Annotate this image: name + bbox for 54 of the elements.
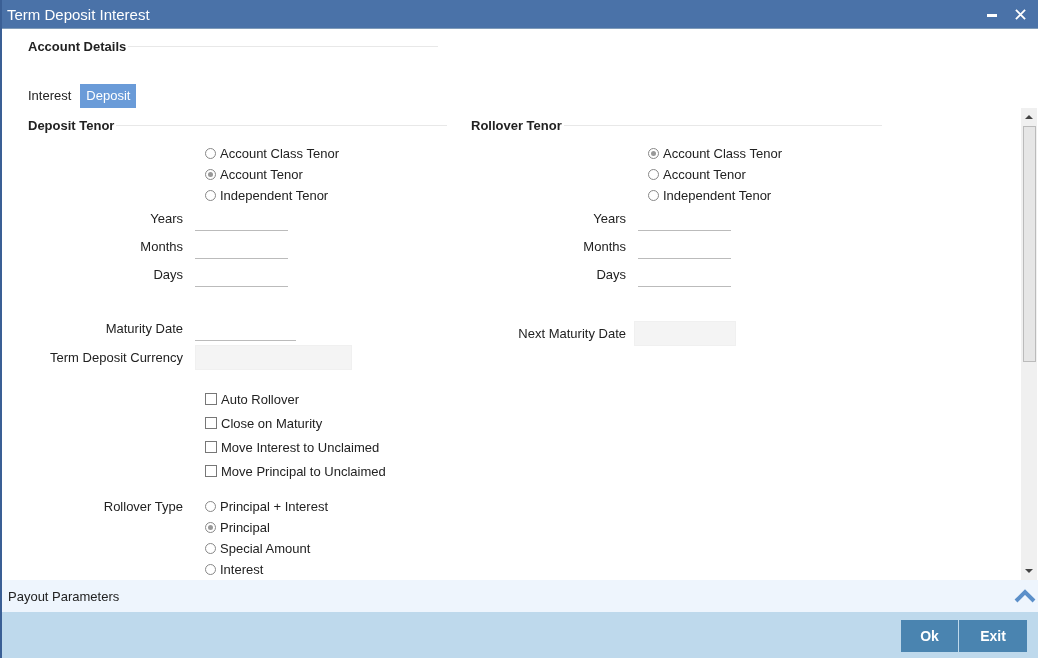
- action-button[interactable]: Ok: [901, 620, 958, 652]
- option-label: Account Class Tenor: [663, 146, 782, 161]
- checkbox-label: Move Principal to Unclaimed: [221, 463, 386, 479]
- option-label: Independent Tenor: [663, 188, 772, 203]
- tab[interactable]: Deposit: [80, 84, 137, 108]
- field-label: Months: [582, 238, 626, 256]
- radio-button[interactable]: [205, 522, 216, 533]
- radio-button[interactable]: [205, 190, 216, 201]
- radio-button[interactable]: [205, 564, 216, 575]
- field-label: Days: [595, 266, 626, 284]
- section-heading: Rollover Tenor: [471, 118, 562, 133]
- checkbox-label: Move Interest to Unclaimed: [221, 439, 380, 455]
- checkbox[interactable]: [205, 393, 217, 405]
- section-heading: Deposit Tenor: [28, 118, 115, 133]
- field-label: Maturity Date: [104, 320, 183, 338]
- option-label: Principal + Interest: [220, 499, 329, 514]
- checkbox[interactable]: [205, 465, 217, 477]
- field-label: Days: [152, 266, 183, 284]
- field-label: Rollover Type: [102, 498, 183, 516]
- radio-button[interactable]: [205, 543, 216, 554]
- radio-button[interactable]: [648, 169, 659, 180]
- checkbox[interactable]: [205, 417, 217, 429]
- radio-button[interactable]: [205, 169, 216, 180]
- field-label: Years: [149, 210, 183, 228]
- radio-button[interactable]: [205, 501, 216, 512]
- field-label: Term Deposit Currency: [49, 349, 183, 367]
- option-label: Account Tenor: [663, 167, 746, 182]
- field-label: Months: [139, 238, 183, 256]
- checkbox[interactable]: [205, 441, 217, 453]
- tab[interactable]: Interest: [22, 84, 78, 108]
- scroll-up-icon[interactable]: [1025, 115, 1033, 119]
- radio-button[interactable]: [648, 190, 659, 201]
- scrollbar[interactable]: [1021, 108, 1037, 580]
- option-label: Special Amount: [220, 541, 311, 556]
- radio-button[interactable]: [205, 148, 216, 159]
- action-button[interactable]: Exit: [959, 620, 1027, 652]
- radio-button[interactable]: [648, 148, 659, 159]
- window-title: Term Deposit Interest: [7, 5, 150, 23]
- option-label: Interest: [220, 562, 264, 577]
- field-label: Years: [592, 210, 626, 228]
- option-label: Account Tenor: [220, 167, 303, 182]
- scrollbar-thumb[interactable]: [1022, 126, 1036, 362]
- scroll-down-icon[interactable]: [1025, 569, 1033, 573]
- close-icon[interactable]: [1015, 8, 1026, 20]
- section-heading: Account Details: [28, 39, 127, 54]
- section-title: Payout Parameters: [8, 588, 120, 604]
- field-label: Next Maturity Date: [517, 325, 626, 343]
- checkbox-label: Auto Rollover: [221, 391, 300, 407]
- option-label: Account Class Tenor: [220, 146, 339, 161]
- section-bar[interactable]: Payout Parameters: [2, 580, 1038, 612]
- option-label: Principal: [220, 520, 270, 535]
- checkbox-label: Close on Maturity: [221, 415, 323, 431]
- chevron-up-icon[interactable]: [1014, 589, 1036, 603]
- option-label: Independent Tenor: [220, 188, 329, 203]
